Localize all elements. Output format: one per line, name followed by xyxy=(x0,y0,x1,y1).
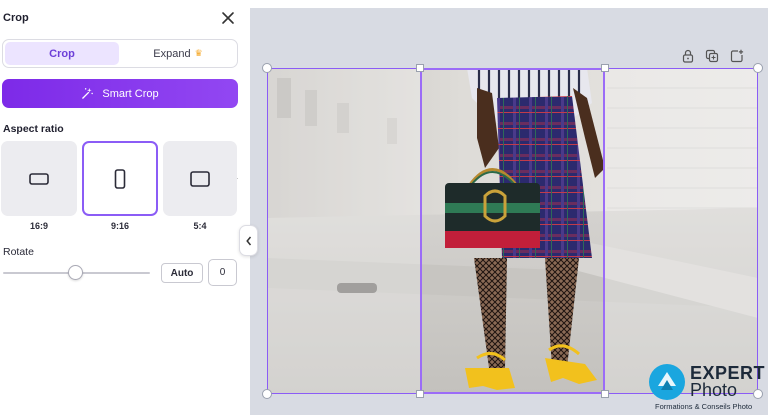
panel-title: Crop xyxy=(3,12,29,24)
crop-handle-bottom-right[interactable] xyxy=(601,390,609,398)
camera-aperture-logo-icon xyxy=(649,364,685,400)
lock-button[interactable] xyxy=(681,49,695,63)
collapse-panel-button[interactable] xyxy=(239,225,258,256)
close-button[interactable] xyxy=(220,10,236,26)
duplicate-icon xyxy=(705,49,719,63)
smart-crop-label: Smart Crop xyxy=(102,87,159,100)
crop-handle-top-right[interactable] xyxy=(601,64,609,72)
auto-rotate-button[interactable]: Auto xyxy=(161,263,203,283)
watermark-tagline: Formations & Conseils Photo xyxy=(655,402,753,411)
ratio-card-5-4[interactable] xyxy=(163,141,237,216)
crop-handle-top-left[interactable] xyxy=(416,64,424,72)
crop-panel: Crop Crop Expand ♛ Smart Crop Aspect rat… xyxy=(0,0,248,415)
crop-handle-bottom-left[interactable] xyxy=(416,390,424,398)
near-square-ratio-icon xyxy=(190,170,210,187)
crown-icon: ♛ xyxy=(194,48,203,58)
magic-wand-icon xyxy=(82,87,94,99)
ratio-label-9-16: 9:16 xyxy=(110,221,129,231)
ratio-card-16-9[interactable] xyxy=(1,141,77,216)
ratio-label-16-9: 16:9 xyxy=(29,221,48,231)
tab-expand[interactable]: Expand ♛ xyxy=(121,42,235,65)
design-canvas xyxy=(250,8,768,415)
lock-icon xyxy=(682,49,694,63)
rotate-label: Rotate xyxy=(3,246,34,258)
resize-handle-top-right[interactable] xyxy=(753,63,763,73)
portrait-ratio-icon xyxy=(114,168,126,189)
smart-crop-button[interactable]: Smart Crop xyxy=(2,79,238,108)
add-page-icon xyxy=(730,49,744,63)
rotate-value-input[interactable] xyxy=(208,259,237,286)
tab-crop[interactable]: Crop xyxy=(5,42,119,65)
landscape-ratio-icon xyxy=(29,172,49,185)
ratio-card-9-16[interactable] xyxy=(82,141,158,216)
ratio-label-5-4: 5:4 xyxy=(193,221,207,231)
crop-selection-frame[interactable] xyxy=(420,68,605,394)
rotate-slider-thumb[interactable] xyxy=(68,265,83,280)
duplicate-button[interactable] xyxy=(705,49,719,63)
watermark-line2: Photo xyxy=(690,380,738,400)
add-page-button[interactable] xyxy=(730,49,744,63)
tab-crop-label: Crop xyxy=(49,47,75,60)
aspect-ratio-label: Aspect ratio xyxy=(3,123,64,135)
auto-rotate-label: Auto xyxy=(170,267,194,279)
resize-handle-bottom-left[interactable] xyxy=(262,389,272,399)
expert-photo-watermark: EXPERT Photo Formations & Conseils Photo xyxy=(649,361,768,415)
resize-handle-top-left[interactable] xyxy=(262,63,272,73)
tab-expand-label: Expand xyxy=(153,47,191,60)
close-icon xyxy=(222,12,234,24)
chevron-left-icon xyxy=(245,236,251,245)
crop-expand-tabs: Crop Expand ♛ xyxy=(2,39,238,68)
